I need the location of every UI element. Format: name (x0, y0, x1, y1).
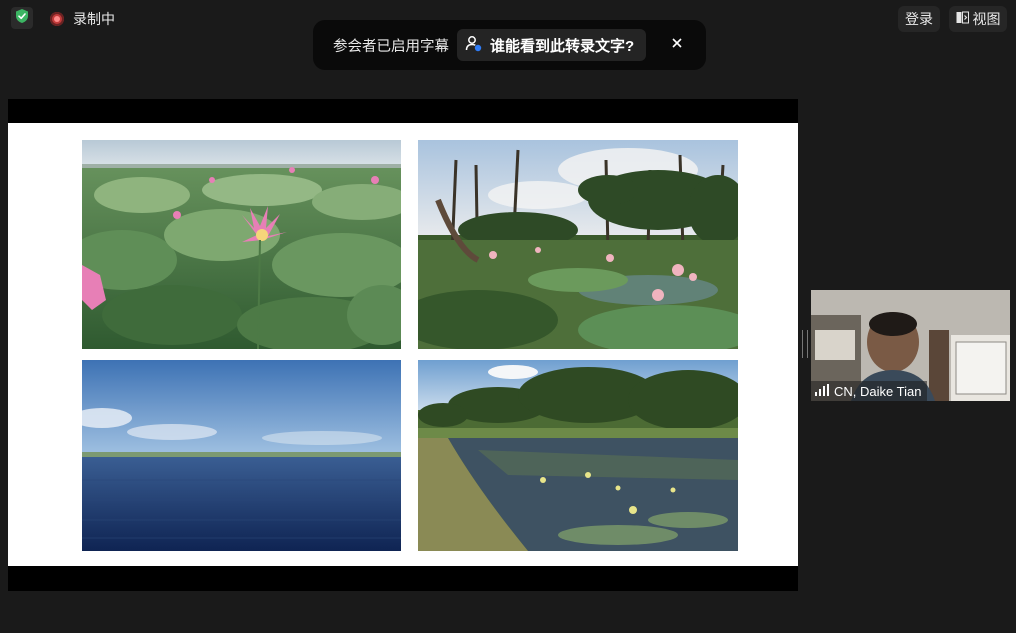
shared-screen (8, 99, 798, 591)
transcript-visibility-button[interactable]: 谁能看到此转录文字? (457, 29, 647, 61)
login-label: 登录 (905, 11, 933, 27)
close-icon (672, 35, 682, 53)
participant-name: CN, Daike Tian (834, 383, 922, 399)
forest-lotus-photo (418, 140, 738, 349)
view-label: 视图 (972, 11, 1001, 27)
participant-icon (465, 35, 482, 56)
panel-resize-handle[interactable] (802, 330, 808, 358)
view-layout-icon (956, 11, 969, 27)
transcript-visibility-label: 谁能看到此转录文字? (490, 37, 635, 55)
participant-video[interactable]: CN, Daike Tian (811, 290, 1010, 401)
recording-label: 录制中 (73, 11, 115, 27)
participant-name-tag: CN, Daike Tian (811, 381, 928, 401)
close-notice-button[interactable] (668, 35, 686, 53)
login-button[interactable]: 登录 (898, 6, 940, 32)
lotus-flowers-photo (82, 140, 401, 349)
pond-photo (418, 360, 738, 551)
recording-indicator[interactable]: 录制中 (50, 9, 115, 29)
shield-check-icon (14, 8, 30, 29)
lake-photo (82, 360, 401, 551)
presentation-slide (8, 123, 798, 566)
caption-notice: 参会者已启用字幕 谁能看到此转录文字? (313, 20, 706, 70)
signal-strength-icon (815, 383, 829, 399)
recording-icon (50, 12, 64, 26)
caption-notice-text: 参会者已启用字幕 (333, 38, 449, 55)
security-shield-button[interactable] (11, 7, 33, 29)
view-button[interactable]: 视图 (949, 6, 1007, 32)
